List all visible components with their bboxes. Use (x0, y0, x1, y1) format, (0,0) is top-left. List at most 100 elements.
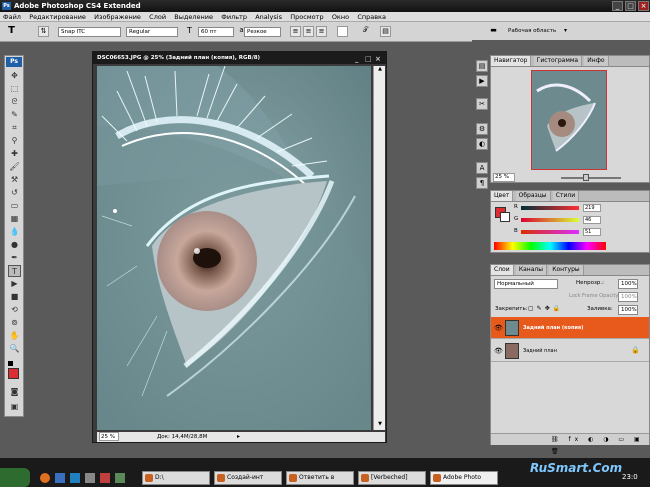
menu-filter[interactable]: Фильтр (218, 12, 250, 22)
brush-tool-icon[interactable]: 🖌 (8, 161, 21, 173)
minimize-button[interactable]: _ (612, 1, 623, 11)
navigator-thumbnail[interactable] (531, 70, 607, 170)
zoom-tool-icon[interactable]: 🔍 (8, 343, 21, 355)
3d-orbit-tool-icon[interactable]: ⊚ (8, 317, 21, 329)
text-color-swatch[interactable] (337, 26, 348, 37)
quick-mask-icon[interactable]: ◙ (8, 386, 21, 398)
quicklaunch-app2-icon[interactable] (115, 473, 125, 483)
warp-text-icon[interactable]: 𝒯 (360, 26, 371, 37)
crop-tool-icon[interactable]: ⌗ (8, 122, 21, 134)
task-explorer[interactable]: D:\ (142, 471, 210, 485)
menu-analysis[interactable]: Analysis (252, 12, 285, 22)
status-menu-icon[interactable]: ▸ (237, 432, 240, 442)
frame-opacity-field[interactable]: 100% (618, 292, 638, 302)
scroll-down-icon[interactable]: ▼ (375, 421, 385, 429)
tab-info[interactable]: Инфо (584, 56, 609, 66)
align-right-icon[interactable]: ≡ (316, 26, 327, 37)
menu-layer[interactable]: Слой (146, 12, 169, 22)
channel-b-value[interactable]: 51 (583, 228, 601, 236)
foreground-color-swatch[interactable] (8, 368, 19, 379)
lasso-tool-icon[interactable]: ᘓ (8, 96, 21, 108)
channel-g-value[interactable]: 46 (583, 216, 601, 224)
close-button[interactable]: × (638, 1, 649, 11)
task-messenger[interactable]: [Verbeched] (358, 471, 426, 485)
layers-footer-icons[interactable]: ⛓ fx ◐ ◑ ▭ ▣ 🗑 (491, 433, 649, 455)
hand-tool-icon[interactable]: ✋ (8, 330, 21, 342)
screen-mode-icon[interactable]: ▣ (8, 401, 21, 413)
quicklaunch-ie-icon[interactable] (70, 473, 80, 483)
tab-swatches[interactable]: Образцы (515, 191, 551, 201)
tab-paths[interactable]: Контуры (549, 265, 584, 275)
paragraph-panel-icon[interactable]: ¶ (476, 177, 488, 189)
menu-image[interactable]: Изображение (91, 12, 144, 22)
font-size-select[interactable]: 60 пт (198, 27, 234, 37)
task-browser-2[interactable]: Ответить в (286, 471, 354, 485)
lock-icons[interactable]: ▢✎✥🔒 (528, 305, 563, 312)
character-panel-icon[interactable]: A (476, 162, 488, 174)
workspace-menu[interactable]: Рабочая область (506, 27, 564, 37)
navigator-zoom-field[interactable]: 25 % (493, 173, 515, 182)
quicklaunch-explorer-icon[interactable] (55, 473, 65, 483)
character-panel-icon[interactable]: ▤ (380, 26, 391, 37)
history-panel-icon[interactable]: ▤ (476, 60, 488, 72)
type-tool-icon[interactable]: T (6, 26, 17, 37)
antialias-select[interactable]: Резкое (244, 27, 281, 37)
workspace-dropdown-icon[interactable]: ▾ (560, 26, 571, 37)
document-title-bar[interactable]: DSC06653.JPG @ 25% (Задний план (копия),… (93, 52, 386, 64)
default-colors-icon[interactable] (8, 361, 13, 366)
path-select-tool-icon[interactable]: ▶ (8, 278, 21, 290)
doc-maximize-icon[interactable]: □ (365, 53, 372, 65)
clone-source-icon[interactable]: ⚙ (476, 123, 488, 135)
layer-visibility-eye-icon[interactable]: 👁 (494, 324, 503, 332)
opacity-field[interactable]: 100% (618, 279, 638, 289)
menu-file[interactable]: Файл (0, 12, 24, 22)
menu-edit[interactable]: Редактирование (26, 12, 89, 22)
type-tool-icon[interactable]: T (8, 265, 21, 277)
adjustments-icon[interactable]: ◐ (476, 138, 488, 150)
actions-panel-icon[interactable]: ▶ (476, 75, 488, 87)
quicklaunch-firefox-icon[interactable] (40, 473, 50, 483)
doc-minimize-icon[interactable]: _ (355, 53, 359, 65)
channel-g-slider[interactable] (521, 218, 579, 222)
move-tool-icon[interactable]: ✥ (8, 70, 21, 82)
color-spectrum-bar[interactable] (494, 242, 606, 250)
text-orientation-icon[interactable]: ⇅ (38, 26, 49, 37)
tab-layers[interactable]: Слои (491, 265, 514, 275)
menu-help[interactable]: Справка (354, 12, 389, 22)
quick-select-tool-icon[interactable]: ✎ (8, 109, 21, 121)
tab-channels[interactable]: Каналы (515, 265, 547, 275)
layer-name[interactable]: Задний план (копия) (523, 325, 583, 331)
image-canvas[interactable] (97, 66, 371, 430)
doc-close-icon[interactable]: × (375, 53, 381, 65)
task-photoshop[interactable]: Adobe Photo (430, 471, 498, 485)
align-center-icon[interactable]: ≡ (303, 26, 314, 37)
menu-view[interactable]: Просмотр (287, 12, 326, 22)
maximize-button[interactable]: □ (625, 1, 636, 11)
channel-r-value[interactable]: 219 (583, 204, 601, 212)
menu-window[interactable]: Окно (329, 12, 352, 22)
layer-visibility-eye-icon[interactable]: 👁 (494, 347, 503, 355)
pen-tool-icon[interactable]: ✒ (8, 252, 21, 264)
3d-rotate-tool-icon[interactable]: ⟲ (8, 304, 21, 316)
history-brush-tool-icon[interactable]: ↺ (8, 187, 21, 199)
tab-styles[interactable]: Стили (552, 191, 580, 201)
font-style-select[interactable]: Regular (126, 27, 178, 37)
blend-mode-select[interactable]: Нормальный (494, 279, 558, 289)
gradient-tool-icon[interactable]: ▦ (8, 213, 21, 225)
start-button[interactable] (0, 468, 30, 487)
navigator-zoom-slider[interactable] (561, 177, 621, 179)
tools-preset-icon[interactable]: ✂ (476, 98, 488, 110)
tab-navigator[interactable]: Навигатор (491, 56, 532, 66)
fill-field[interactable]: 100% (618, 305, 638, 315)
align-left-icon[interactable]: ≡ (290, 26, 301, 37)
zoom-field[interactable]: 25 % (99, 432, 119, 441)
dodge-tool-icon[interactable]: ● (8, 239, 21, 251)
font-family-select[interactable]: Snap ITC (58, 27, 121, 37)
channel-b-slider[interactable] (521, 230, 579, 234)
marquee-tool-icon[interactable]: ⬚ (8, 83, 21, 95)
navigator-zoom-handle[interactable] (583, 174, 589, 181)
tab-histogram[interactable]: Гистограмма (533, 56, 583, 66)
shape-tool-icon[interactable]: ■ (8, 291, 21, 303)
task-browser-1[interactable]: Создай-инт (214, 471, 282, 485)
color-bg-swatch[interactable] (500, 212, 510, 222)
